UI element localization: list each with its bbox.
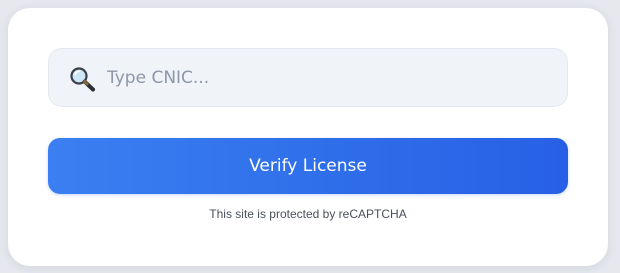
magnifying-glass-icon bbox=[69, 66, 97, 92]
verify-license-button[interactable]: Verify License bbox=[48, 138, 568, 194]
verify-license-card: Verify License This site is protected by… bbox=[8, 8, 608, 266]
cnic-search-input[interactable] bbox=[107, 49, 547, 106]
recaptcha-notice: This site is protected by reCAPTCHA bbox=[209, 207, 407, 221]
cnic-search-box[interactable] bbox=[48, 48, 568, 107]
